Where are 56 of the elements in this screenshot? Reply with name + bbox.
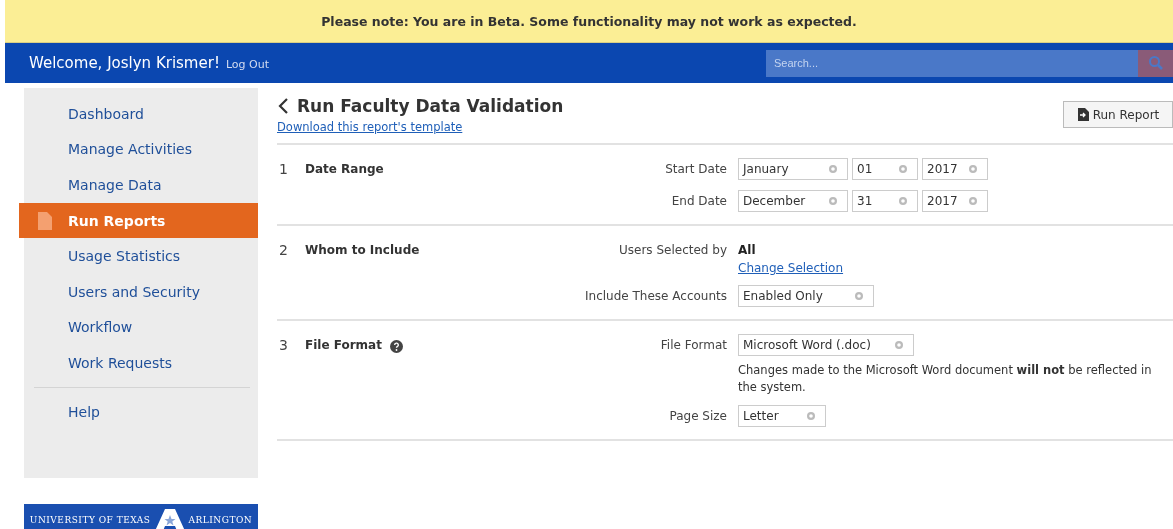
welcome-text: Welcome, Joslyn Krismer! xyxy=(29,54,220,72)
select-dropdown[interactable]: Enabled Only xyxy=(738,285,874,307)
search-field[interactable]: Search... xyxy=(766,49,1138,77)
field-label: Start Date xyxy=(664,161,728,176)
clear-icon xyxy=(899,165,907,173)
select-dropdown[interactable]: Letter xyxy=(738,405,826,428)
select-dropdown[interactable]: January xyxy=(738,158,848,180)
sidebar-item[interactable]: Help xyxy=(24,393,258,430)
select-dropdown[interactable]: 31 xyxy=(852,190,918,212)
help-icon[interactable] xyxy=(389,340,403,353)
search-icon xyxy=(1147,55,1164,71)
step-number: 3 xyxy=(278,337,289,353)
sidebar-item[interactable]: Manage Activities xyxy=(24,131,258,168)
sidebar-item[interactable]: Workflow xyxy=(24,309,258,346)
select-dropdown[interactable]: 2017 xyxy=(922,158,988,180)
clear-icon xyxy=(899,197,907,205)
sidebar-item[interactable]: Users and Security xyxy=(24,273,258,310)
document-icon xyxy=(38,211,52,230)
clear-icon xyxy=(829,165,837,173)
field-label: Include These Accounts xyxy=(584,288,728,303)
logo-text: ARLINGTON xyxy=(188,515,253,525)
logout-link[interactable]: Log Out xyxy=(225,58,269,71)
beta-notice: Please note: You are in Beta. Some functionality may not work as expected. xyxy=(321,13,857,29)
page-title: Run Faculty Data Validation xyxy=(297,96,564,116)
sidebar-item[interactable]: Dashboard xyxy=(24,96,258,132)
clear-icon xyxy=(829,197,837,205)
run-report-button[interactable]: Run Report xyxy=(1063,101,1173,128)
select-dropdown[interactable]: December xyxy=(738,190,848,212)
select-dropdown[interactable]: Microsoft Word (.doc) xyxy=(738,334,914,356)
step-number: 2 xyxy=(278,242,289,258)
section-title: File Format xyxy=(305,338,382,352)
clear-icon xyxy=(969,197,977,205)
sidebar-item[interactable]: Work Requests xyxy=(24,345,258,381)
template-link[interactable]: Download this report's template xyxy=(277,120,564,134)
clear-icon xyxy=(855,292,863,300)
star-a-icon xyxy=(154,509,185,529)
back-chevron-icon[interactable] xyxy=(277,97,289,115)
note-text: Changes made to the Microsoft Word document will not be reflected in the system. xyxy=(738,362,1153,396)
select-dropdown[interactable]: 2017 xyxy=(922,190,988,212)
selection-value: All xyxy=(738,242,756,257)
field-label: End Date xyxy=(670,193,728,208)
clear-icon xyxy=(969,165,977,173)
sidebar-item[interactable]: Usage Statistics xyxy=(24,238,258,274)
section-title: Whom to Include xyxy=(305,243,420,257)
field-label: Page Size xyxy=(668,408,728,424)
clear-icon xyxy=(895,341,903,349)
sidebar-item[interactable]: Manage Data xyxy=(24,167,258,203)
logo-text: UNIVERSITY OF TEXAS xyxy=(29,515,151,525)
change-selection-link[interactable]: Change Selection xyxy=(738,261,844,275)
select-dropdown[interactable]: 01 xyxy=(852,158,918,180)
field-label: File Format xyxy=(659,337,728,352)
step-number: 1 xyxy=(278,161,289,177)
section-title: Date Range xyxy=(305,162,384,176)
document-icon xyxy=(1076,108,1089,121)
clear-icon xyxy=(807,412,815,421)
field-label: Users Selected by xyxy=(618,242,728,257)
